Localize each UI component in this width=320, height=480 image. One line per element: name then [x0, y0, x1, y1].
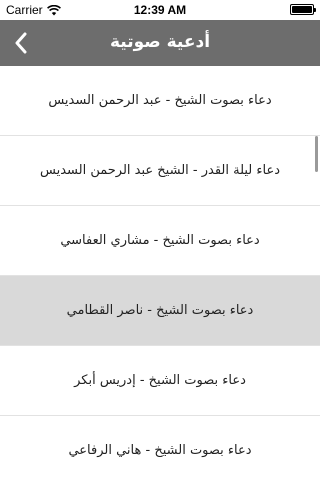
battery-icon	[290, 4, 316, 15]
status-time: 12:39 AM	[133, 3, 187, 17]
list-item[interactable]: دعاء بصوت الشيخ - عبد الرحمن السديس	[0, 66, 320, 136]
list-item-label: دعاء بصوت الشيخ - عبد الرحمن السديس	[48, 93, 272, 108]
list-item[interactable]: دعاء بصوت الشيخ - ناصر القطامي	[0, 276, 320, 346]
list-item-label: دعاء بصوت الشيخ - ناصر القطامي	[66, 303, 254, 318]
navigation-bar: أدعية صوتية	[0, 20, 320, 66]
page-title: أدعية صوتية	[109, 32, 211, 52]
dua-list[interactable]: دعاء بصوت الشيخ - عبد الرحمن السديس دعاء …	[0, 66, 320, 480]
scroll-indicator[interactable]	[315, 136, 318, 172]
status-bar: Carrier 12:39 AM	[0, 0, 320, 20]
list-item[interactable]: دعاء بصوت الشيخ - إدريس أبكر	[0, 346, 320, 416]
list-item-label: دعاء بصوت الشيخ - مشاري العفاسي	[60, 233, 260, 248]
list-item-label: دعاء بصوت الشيخ - إدريس أبكر	[74, 373, 246, 388]
list-item[interactable]: دعاء بصوت الشيخ - مشاري العفاسي	[0, 206, 320, 276]
list-item[interactable]: دعاء ليلة القدر - الشيخ عبد الرحمن السدي…	[0, 136, 320, 206]
list-item-label: دعاء ليلة القدر - الشيخ عبد الرحمن السدي…	[40, 163, 281, 178]
list-item-label: دعاء بصوت الشيخ - هاني الرفاعي	[68, 443, 252, 458]
list-item[interactable]: دعاء بصوت الشيخ - هاني الرفاعي	[0, 416, 320, 480]
